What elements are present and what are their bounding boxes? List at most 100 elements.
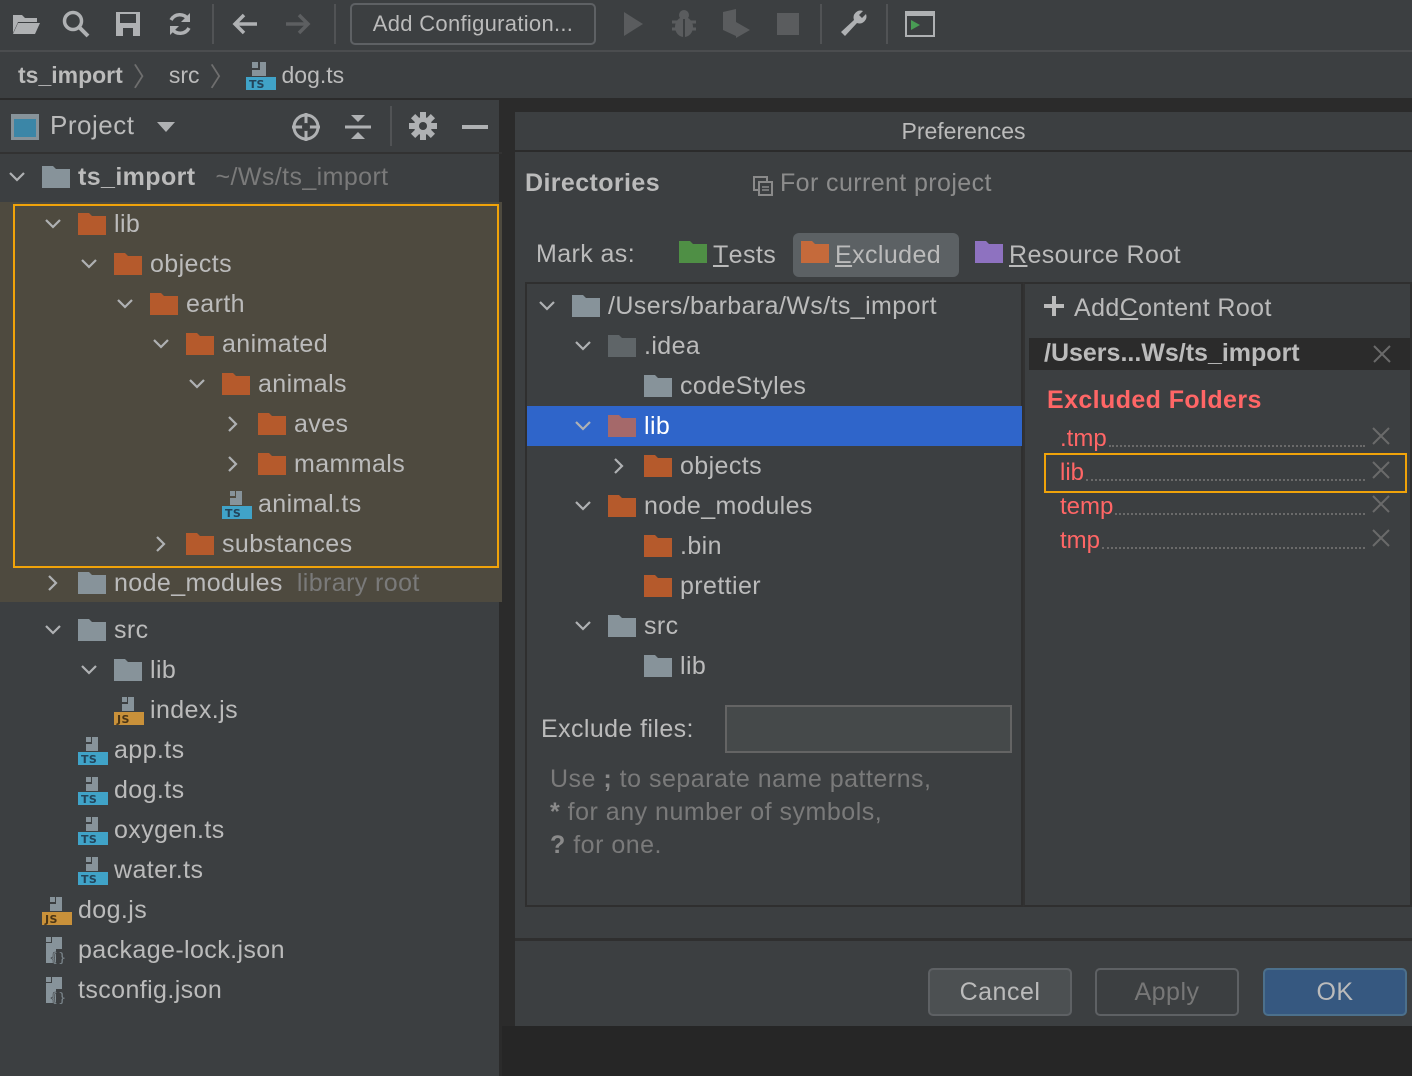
chevron-right-icon[interactable] [222, 453, 244, 475]
directory-tree-item[interactable]: codeStyles [608, 366, 806, 406]
sync-icon[interactable] [162, 6, 198, 42]
project-tree-item[interactable]: {} package-lock.json [6, 930, 285, 970]
chevron-down-icon[interactable] [572, 495, 594, 517]
project-tree-item[interactable]: objects [78, 244, 232, 284]
excluded-folder-item[interactable]: tmp [1060, 523, 1365, 555]
chevron-right-icon[interactable] [42, 572, 64, 594]
directory-tree-item[interactable]: .idea [572, 326, 700, 366]
breadcrumb-item-file[interactable]: dog.ts [282, 62, 345, 89]
chevron-down-icon[interactable] [536, 295, 558, 317]
directory-tree-item[interactable]: /Users/barbara/Ws/ts_import [536, 286, 937, 326]
forward-arrow-icon[interactable] [280, 6, 316, 42]
directory-tree-item[interactable]: objects [608, 446, 762, 486]
project-tree-item[interactable]: TS app.ts [42, 730, 185, 770]
chevron-down-icon[interactable] [78, 253, 100, 275]
project-tree-item[interactable]: animals [186, 364, 347, 404]
remove-content-root-icon[interactable] [1373, 345, 1391, 368]
tree-item-label: mammals [294, 449, 406, 478]
chevron-down-icon[interactable] [42, 619, 64, 641]
minimize-icon[interactable] [462, 125, 488, 129]
collapse-all-icon[interactable] [344, 112, 372, 147]
project-tree-item[interactable]: TS oxygen.ts [42, 810, 225, 850]
chevron-right-icon[interactable] [222, 413, 244, 435]
save-icon[interactable] [110, 6, 146, 42]
breadcrumb-item-project[interactable]: ts_import [18, 62, 123, 89]
directory-tree-item[interactable]: node_modules [572, 486, 813, 526]
tree-item-label: lib [680, 651, 707, 680]
panel-divider[interactable] [502, 100, 515, 1026]
tests-folder-icon [679, 240, 707, 270]
directory-tree-item[interactable]: lib [608, 646, 706, 686]
chevron-down-icon[interactable] [572, 415, 594, 437]
project-tree-item[interactable]: lib [78, 650, 176, 690]
project-tree-item[interactable]: mammals [222, 444, 405, 484]
toolbar-separator [334, 4, 336, 44]
remove-excluded-folder-icon[interactable] [1372, 495, 1392, 515]
tree-root-row[interactable]: ts_import ~/Ws/ts_import [6, 157, 389, 197]
coverage-icon[interactable] [718, 6, 754, 42]
project-tree-item[interactable]: TS animal.ts [186, 484, 362, 524]
project-tree-item[interactable]: {} tsconfig.json [6, 970, 222, 1010]
run-icon[interactable] [615, 6, 651, 42]
stop-icon[interactable] [770, 6, 806, 42]
exclude-files-input[interactable] [725, 705, 1012, 753]
tree-item-label: tsconfig.json [78, 975, 223, 1004]
excluded-folder-item[interactable]: temp [1060, 489, 1365, 521]
tree-item-label: codeStyles [680, 371, 807, 400]
project-view-icon [10, 113, 40, 146]
mark-as-tests-button[interactable]: Tests [671, 233, 784, 277]
cancel-button[interactable]: Cancel [928, 968, 1072, 1016]
directory-tree-item[interactable]: prettier [608, 566, 761, 606]
project-view-title[interactable]: Project [50, 110, 134, 141]
project-panel-header: Project [0, 100, 502, 154]
project-tree-item[interactable]: TS dog.ts [42, 770, 185, 810]
directory-tree-item[interactable]: .bin [608, 526, 722, 566]
remove-excluded-folder-icon[interactable] [1372, 427, 1392, 447]
ok-button[interactable]: OK [1263, 968, 1407, 1016]
project-tree-item[interactable]: src [42, 610, 149, 650]
debug-icon[interactable] [666, 6, 702, 42]
chevron-down-icon[interactable] [150, 333, 172, 355]
breadcrumb-item-src[interactable]: src [169, 62, 200, 89]
chevron-down-icon[interactable] [114, 293, 136, 315]
remove-excluded-folder-icon[interactable] [1372, 529, 1392, 549]
project-tree-item[interactable]: animated [150, 324, 328, 364]
excluded-folder-icon [186, 533, 214, 555]
wrench-icon[interactable] [836, 6, 872, 42]
mark-as-resource-root-button[interactable]: Resource Root [967, 233, 1189, 277]
add-configuration-button[interactable]: Add Configuration... [350, 3, 596, 45]
chevron-down-icon[interactable] [572, 615, 594, 637]
dropdown-caret-icon[interactable] [156, 120, 176, 139]
add-content-root-button[interactable]: Add Content Root [1044, 294, 1272, 323]
project-tree-item[interactable]: aves [222, 404, 348, 444]
project-tree-item[interactable]: node_modules library root [42, 563, 420, 603]
excluded-folder-item[interactable]: .tmp [1060, 421, 1365, 453]
directory-tree-item[interactable]: lib [527, 406, 1022, 446]
folder-icon [78, 572, 106, 594]
content-root-panel [1023, 282, 1412, 907]
locate-target-icon[interactable] [290, 111, 322, 148]
exclude-files-help: Use ; to separate name patterns, * for a… [550, 763, 931, 862]
chevron-right-icon[interactable] [150, 533, 172, 555]
project-tree-item[interactable]: lib [42, 204, 140, 244]
project-tree-item[interactable]: TS water.ts [42, 850, 203, 890]
mark-as-excluded-button[interactable]: Excluded [793, 233, 959, 277]
project-tree-item[interactable]: JS dog.js [6, 890, 147, 930]
chevron-right-icon[interactable] [608, 455, 630, 477]
chevron-down-icon[interactable] [6, 166, 28, 188]
project-tree-item[interactable]: substances [150, 524, 352, 564]
gear-icon[interactable] [408, 111, 438, 146]
chevron-down-icon[interactable] [186, 373, 208, 395]
open-folder-icon[interactable] [8, 6, 44, 42]
run-console-icon[interactable] [902, 6, 938, 42]
search-icon[interactable] [58, 6, 94, 42]
svg-text:{}: {} [50, 991, 66, 1005]
apply-button[interactable]: Apply [1095, 968, 1239, 1016]
back-arrow-icon[interactable] [227, 6, 263, 42]
chevron-down-icon[interactable] [42, 213, 64, 235]
chevron-down-icon[interactable] [78, 659, 100, 681]
project-tree-item[interactable]: JS index.js [78, 690, 238, 730]
project-tree-item[interactable]: earth [114, 284, 245, 324]
chevron-down-icon[interactable] [572, 335, 594, 357]
directory-tree-item[interactable]: src [572, 606, 679, 646]
